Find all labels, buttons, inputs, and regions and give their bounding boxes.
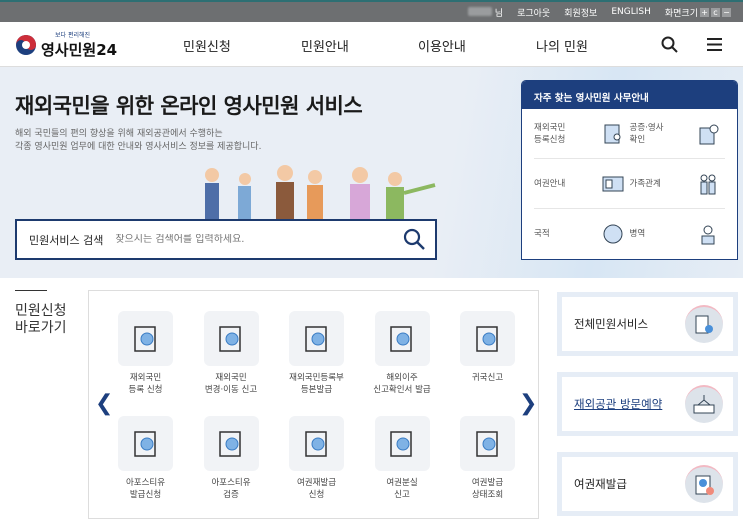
shortcut-item-apostille-apply[interactable]: 아포스티유발급신청 <box>103 416 188 501</box>
shortcut-item-change-move[interactable]: 재외국민변경·이동 신고 <box>189 311 274 396</box>
item-label-line1: 해외이주 <box>386 373 418 383</box>
font-decrease-button[interactable]: − <box>722 7 731 17</box>
shortcut-item-passport-reissue[interactable]: 여권재발급신청 <box>274 416 359 501</box>
family-icon <box>700 174 716 194</box>
member-info-link[interactable]: 회원정보 <box>564 6 597 19</box>
item-label-line2: 신고 <box>394 490 410 500</box>
item-label-line1: 귀국신고 <box>471 373 504 383</box>
passport-cursor-icon <box>374 416 430 471</box>
item-label-line1: 재외국민등록부 <box>289 373 344 383</box>
nav-my[interactable]: 나의 민원 <box>536 36 588 55</box>
header: 보다 편리해진영사민원24 민원신청 민원안내 이용안내 나의 민원 <box>0 22 743 67</box>
hero-description: 해외 국민들의 편의 향상을 위해 재외공관에서 수행하는 각종 영사민원 업무에… <box>15 129 262 152</box>
card-all-services[interactable]: 전체민원서비스 <box>557 292 738 356</box>
search-icon[interactable] <box>661 36 678 53</box>
item-label-line1: 재외국민 <box>215 373 247 383</box>
panel-item-family[interactable]: 가족관계 <box>630 173 726 195</box>
item-label-line2: 신청 <box>308 490 325 500</box>
top-utility-bar: 님 로그아웃 회원정보 ENGLISH 화면크기 + c − <box>0 0 743 22</box>
shortcut-section-title: 민원신청 바로가기 <box>15 290 67 337</box>
document-pen-icon <box>118 311 173 366</box>
monitor-globe-icon <box>118 416 173 471</box>
item-label-line1: 여권분실 <box>386 478 418 488</box>
shortcut-item-apostille-verify[interactable]: 아포스티유검증 <box>189 416 274 501</box>
nav-apply[interactable]: 민원신청 <box>183 36 231 55</box>
item-label-line1: 재외국민 <box>129 373 162 383</box>
search-label: 민원서비스 검색 <box>29 233 104 247</box>
item-label-line2: 상태조회 <box>471 490 504 500</box>
font-reset-button[interactable]: c <box>711 7 720 17</box>
globe-shield-icon <box>203 416 259 471</box>
panel-item-notary[interactable]: 공증·영사 확인 <box>630 122 726 146</box>
item-label-line1: 여권재발급 <box>296 478 337 488</box>
shortcut-item-passport-lost[interactable]: 여권분실신고 <box>360 416 445 501</box>
shortcut-grid: ❮ ❯ 재외국민 등록 신청 재외국민 변경·이동 신고 재외국민등록부 등본발급 해외이주… <box>88 290 539 519</box>
shortcut-item-registry-copy[interactable]: 재외국민등록부등본발급 <box>274 311 359 396</box>
passport-hand-icon <box>289 416 344 471</box>
item-label-line2: 등본발급 <box>300 385 333 395</box>
person-location-icon <box>374 311 430 366</box>
nav-guide[interactable]: 민원안내 <box>301 36 349 55</box>
people-illustration <box>205 165 436 220</box>
passport-id-icon <box>602 176 623 191</box>
item-label-line2: 변경·이동 신고 <box>204 385 258 395</box>
search-icon[interactable] <box>403 228 425 250</box>
airplane-icon <box>460 311 515 366</box>
panel-title: 자주 찾는 영사민원 사무안내 <box>522 81 737 109</box>
passport-check-icon <box>685 465 723 503</box>
card-visit-reservation[interactable]: 재외공관 방문예약 <box>557 372 738 436</box>
font-size-control: 화면크기 + c − <box>665 6 731 19</box>
panel-item-passport[interactable]: 여권안내 <box>534 175 630 193</box>
item-label-line2: 등록 신청 <box>128 385 163 395</box>
shortcut-item-emigration-cert[interactable]: 해외이주신고확인서 발급 <box>360 311 445 396</box>
logo-title: 영사민원24 <box>41 41 118 59</box>
item-label-line2: 신고확인서 발급 <box>373 385 431 395</box>
frequent-services-panel: 자주 찾는 영사민원 사무안내 재외국민 등록신청 공증·영사 확인 여권안내 가족… <box>521 80 738 260</box>
checklist-icon <box>685 305 723 343</box>
logo[interactable]: 보다 편리해진영사민원24 <box>15 30 117 60</box>
document-edit-icon <box>203 311 259 366</box>
hero-title: 재외국민을 위한 온라인 영사민원 서비스 <box>15 94 363 118</box>
taegeuk-logo-icon <box>16 35 36 55</box>
font-increase-button[interactable]: + <box>700 7 709 17</box>
next-arrow-icon[interactable]: ❯ <box>519 391 537 416</box>
globe-icon <box>603 224 622 244</box>
certificate-icon <box>699 124 719 144</box>
logo-subtitle: 보다 편리해진 <box>55 32 91 39</box>
person-globe-icon <box>289 311 344 366</box>
logout-link[interactable]: 로그아웃 <box>517 6 550 19</box>
document-person-icon <box>604 124 620 143</box>
panel-item-nationality[interactable]: 국적 <box>534 223 630 245</box>
item-label-line2: 검증 <box>223 490 239 500</box>
embassy-icon <box>685 385 723 423</box>
panel-item-registration[interactable]: 재외국민 등록신청 <box>534 122 630 146</box>
search-input[interactable] <box>115 234 386 245</box>
nav-usage[interactable]: 이용안내 <box>418 36 466 55</box>
item-label-line2: 발급신청 <box>129 490 162 500</box>
menu-icon[interactable] <box>707 38 722 51</box>
soldier-icon <box>701 225 715 245</box>
item-label-line1: 아포스티유 <box>211 478 251 488</box>
user-greeting: 님 <box>467 6 503 19</box>
panel-item-military[interactable]: 병역 <box>630 223 726 245</box>
item-label-line1: 아포스티유 <box>125 478 166 488</box>
shortcut-item-passport-status[interactable]: 여권발급상태조회 <box>445 416 530 501</box>
english-link[interactable]: ENGLISH <box>611 7 651 17</box>
service-search-box: 민원서비스 검색 <box>15 219 437 260</box>
card-passport-reissue[interactable]: 여권재발급 <box>557 452 738 516</box>
font-size-label: 화면크기 <box>664 8 698 19</box>
passport-stack-icon <box>460 416 515 471</box>
item-label-line1: 여권발급 <box>471 478 504 488</box>
shortcut-item-register[interactable]: 재외국민등록 신청 <box>103 311 188 396</box>
shortcut-item-return-report[interactable]: 귀국신고 <box>445 311 530 384</box>
